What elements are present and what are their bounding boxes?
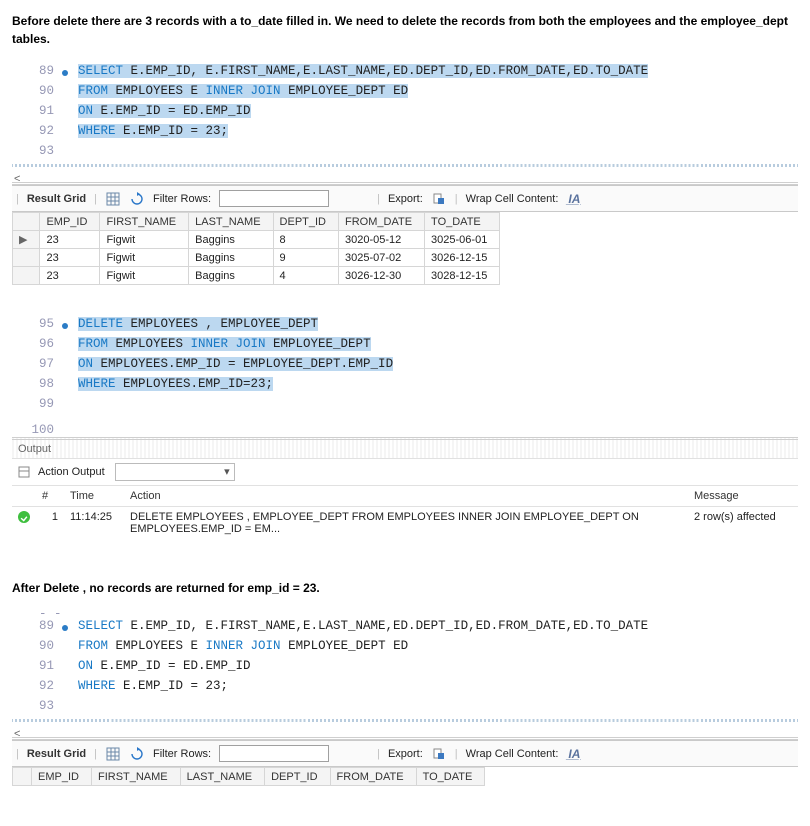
col-from-date-2[interactable]: FROM_DATE: [330, 768, 416, 786]
wrap-icon[interactable]: I̲A̲: [566, 191, 582, 207]
action-output-icon[interactable]: [16, 464, 32, 480]
line-number-98: 98: [12, 377, 58, 391]
table-header-row: EMP_ID FIRST_NAME LAST_NAME DEPT_ID FROM…: [13, 213, 500, 231]
action-output-table: # Time Action Message 1 11:14:25 DELETE …: [12, 486, 798, 539]
code-line-92: WHERE E.EMP_ID = 23;: [58, 124, 228, 138]
code-line-89: SELECT E.EMP_ID, E.FIRST_NAME,E.LAST_NAM…: [58, 64, 648, 78]
output-panel-header: Output: [12, 437, 798, 459]
code-line-98: WHERE EMPLOYEES.EMP_ID=23;: [58, 377, 273, 391]
table-header-row-2: EMP_ID FIRST_NAME LAST_NAME DEPT_ID FROM…: [13, 768, 485, 786]
refresh-icon-2[interactable]: [129, 746, 145, 762]
code-line-89b: SELECT E.EMP_ID, E.FIRST_NAME,E.LAST_NAM…: [58, 619, 648, 633]
col-emp-id-2[interactable]: EMP_ID: [32, 768, 92, 786]
scroll-left-hint-2[interactable]: <: [12, 728, 798, 740]
sql-editor-1[interactable]: 89 SELECT E.EMP_ID, E.FIRST_NAME,E.LAST_…: [12, 58, 798, 167]
result-grid-2[interactable]: EMP_ID FIRST_NAME LAST_NAME DEPT_ID FROM…: [12, 767, 485, 786]
line-number-91b: 91: [12, 659, 58, 673]
wrap-label: Wrap Cell Content:: [466, 193, 559, 205]
sql-editor-3[interactable]: 89 SELECT E.EMP_ID, E.FIRST_NAME,E.LAST_…: [12, 613, 798, 722]
success-icon: [18, 511, 30, 523]
col-first-name[interactable]: FIRST_NAME: [100, 213, 189, 231]
export-icon[interactable]: [431, 191, 447, 207]
code-line-90: FROM EMPLOYEES E INNER JOIN EMPLOYEE_DEP…: [58, 84, 408, 98]
line-number-97: 97: [12, 357, 58, 371]
col-emp-id[interactable]: EMP_ID: [40, 213, 100, 231]
result-grid-label: Result Grid: [27, 193, 86, 205]
row-gutter-header-2: [13, 768, 32, 786]
line-number-95: 95: [12, 317, 58, 331]
grid-icon[interactable]: [105, 191, 121, 207]
col-dept-id-2[interactable]: DEPT_ID: [265, 768, 330, 786]
line-number-96: 96: [12, 337, 58, 351]
export-label: Export:: [388, 193, 423, 205]
line-number-89b: 89: [12, 619, 58, 633]
code-line-91b: ON E.EMP_ID = ED.EMP_ID: [58, 659, 251, 673]
result-grid-toolbar-1: | Result Grid | Filter Rows: | Export: |…: [12, 185, 798, 212]
line-number-90b: 90: [12, 639, 58, 653]
filter-rows-label: Filter Rows:: [153, 193, 211, 205]
action-output-label: Action Output: [38, 466, 105, 478]
action-output-bar: Action Output ▾: [12, 459, 798, 486]
line-number-91: 91: [12, 104, 58, 118]
toolbar-sep: |: [16, 193, 19, 205]
filter-rows-input-2[interactable]: [219, 745, 329, 762]
sql-editor-2[interactable]: 95 DELETE EMPLOYEES , EMPLOYEE_DEPT 96 F…: [12, 311, 798, 417]
intro-heading-2: After Delete , no records are returned f…: [12, 579, 798, 597]
col-message[interactable]: Message: [688, 486, 798, 507]
col-dept-id[interactable]: DEPT_ID: [273, 213, 338, 231]
line-number-99: 99: [12, 397, 58, 411]
col-time[interactable]: Time: [64, 486, 124, 507]
code-line-92b: WHERE E.EMP_ID = 23;: [58, 679, 228, 693]
table-row[interactable]: 23FigwitBaggins93025-07-023026-12-15: [13, 249, 500, 267]
col-from-date[interactable]: FROM_DATE: [339, 213, 425, 231]
intro-heading-1: Before delete there are 3 records with a…: [12, 12, 798, 48]
code-line-96: FROM EMPLOYEES INNER JOIN EMPLOYEE_DEPT: [58, 337, 371, 351]
wrap-icon-2[interactable]: I̲A̲: [566, 746, 582, 762]
col-num[interactable]: #: [36, 486, 64, 507]
export-label-2: Export:: [388, 748, 423, 760]
row-gutter-header: [13, 213, 40, 231]
row-indicator: ▶: [13, 231, 40, 249]
refresh-icon[interactable]: [129, 191, 145, 207]
code-line-97: ON EMPLOYEES.EMP_ID = EMPLOYEE_DEPT.EMP_…: [58, 357, 393, 371]
export-icon-2[interactable]: [431, 746, 447, 762]
result-grid-1[interactable]: EMP_ID FIRST_NAME LAST_NAME DEPT_ID FROM…: [12, 212, 500, 285]
line-number-92: 92: [12, 124, 58, 138]
filter-rows-input[interactable]: [219, 190, 329, 207]
wrap-label-2: Wrap Cell Content:: [466, 748, 559, 760]
line-number-89: 89: [12, 64, 58, 78]
line-number-93: 93: [12, 144, 58, 158]
action-output-combo[interactable]: ▾: [115, 463, 235, 481]
line-number-100: 100: [12, 423, 58, 437]
line-number-93b: 93: [12, 699, 58, 713]
code-line-90b: FROM EMPLOYEES E INNER JOIN EMPLOYEE_DEP…: [58, 639, 408, 653]
table-row[interactable]: 23FigwitBaggins43026-12-303028-12-15: [13, 267, 500, 285]
col-action[interactable]: Action: [124, 486, 688, 507]
col-to-date-2[interactable]: TO_DATE: [416, 768, 485, 786]
line-number-92b: 92: [12, 679, 58, 693]
col-to-date[interactable]: TO_DATE: [425, 213, 500, 231]
line-number-90: 90: [12, 84, 58, 98]
table-row[interactable]: ▶ 23FigwitBaggins83020-05-123025-06-01: [13, 231, 500, 249]
grid-icon-2[interactable]: [105, 746, 121, 762]
result-grid-label-2: Result Grid: [27, 748, 86, 760]
result-grid-toolbar-2: | Result Grid | Filter Rows: | Export: |…: [12, 740, 798, 767]
code-line-91: ON E.EMP_ID = ED.EMP_ID: [58, 104, 251, 118]
scroll-left-hint-1[interactable]: <: [12, 173, 798, 185]
col-last-name-2[interactable]: LAST_NAME: [180, 768, 264, 786]
action-output-row[interactable]: 1 11:14:25 DELETE EMPLOYEES , EMPLOYEE_D…: [12, 507, 798, 540]
col-first-name-2[interactable]: FIRST_NAME: [91, 768, 180, 786]
col-last-name[interactable]: LAST_NAME: [189, 213, 273, 231]
code-line-95: DELETE EMPLOYEES , EMPLOYEE_DEPT: [58, 317, 318, 331]
filter-rows-label-2: Filter Rows:: [153, 748, 211, 760]
